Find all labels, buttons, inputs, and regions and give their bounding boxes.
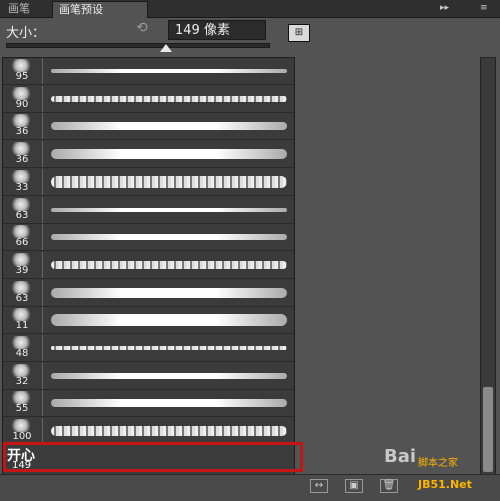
new-preset-icon[interactable]: ▣ [345,479,363,493]
brush-stroke-preview [51,122,287,131]
brush-toggle-icon[interactable]: ⊞ [288,24,310,42]
brush-size-label: 55 [15,403,29,415]
row-divider [42,418,43,445]
brush-preset-row[interactable]: 55 [3,390,294,418]
row-divider [42,224,43,251]
row-divider [42,141,43,168]
row-divider [42,362,43,389]
brush-size-label: 32 [15,375,29,387]
brush-preset-row[interactable]: 39 [3,251,294,279]
brush-preset-row[interactable]: 95 [3,58,294,85]
brush-size-label: 63 [15,209,29,221]
menu-icon[interactable]: ≡ [480,3,488,13]
brush-stroke-preview [51,175,287,188]
size-label: 大小： [6,26,46,41]
brush-size-label: 36 [15,126,29,138]
watermark-logo: 脚本之家 [418,458,458,469]
brush-preset-row[interactable]: 90 [3,85,294,113]
size-slider-thumb[interactable] [160,44,172,52]
brush-preset-row[interactable]: 48 [3,335,294,362]
row-divider [42,307,43,334]
brush-size-label: 39 [15,264,29,276]
brush-size-label: 66 [15,237,29,249]
row-divider [42,113,43,140]
brush-size-label: 100 [12,431,32,443]
toggle-preview-icon[interactable]: ↔ [310,479,328,493]
size-slider[interactable] [6,43,270,48]
row-divider [42,251,43,278]
collapse-icon[interactable]: ▸▸ [440,3,449,13]
selected-brush-highlight [3,442,303,472]
row-divider [42,168,43,195]
selected-brush-size: 149 [12,460,32,471]
watermark-baidu: Bai [384,446,417,467]
brush-stroke-preview [51,207,287,212]
brush-stroke-preview [51,260,287,269]
brush-size-label: 63 [15,292,29,304]
scroll-thumb[interactable] [483,387,493,472]
brush-size-label: 90 [15,98,29,110]
brush-preset-row[interactable]: 32 [3,362,294,390]
brush-stroke-preview [51,372,287,379]
brush-stroke-preview [51,287,287,298]
size-input[interactable]: 149 像素 [168,20,266,40]
brush-preset-row[interactable]: 11 [3,307,294,335]
watermark-domain: JB51.Net [418,478,472,491]
brush-list: 95 90 36 36 33 63 66 39 63 11 48 32 55 100 [2,57,295,475]
brush-size-label: 36 [15,154,29,166]
brush-stroke-preview [51,426,287,437]
brush-stroke-preview [51,346,287,350]
brush-preset-row[interactable]: 66 [3,224,294,252]
brush-size-label: 11 [15,320,29,332]
brush-stroke-preview [51,399,287,408]
panel-tab-bar: 画笔 画笔预设 ▸▸ ≡ [0,0,500,18]
delete-icon[interactable]: 🗑 [380,479,398,493]
tab-brush[interactable]: 画笔 [2,1,54,17]
brush-preset-row[interactable]: 33 [3,168,294,196]
brush-list-scrollbar[interactable] [480,57,496,475]
row-divider [42,85,43,112]
reset-icon[interactable]: ⟲ [136,20,148,36]
brush-stroke-preview [51,95,287,102]
brush-size-label: 33 [15,181,29,193]
row-divider [42,58,43,84]
brush-stroke-preview [51,69,287,73]
row-divider [42,279,43,306]
tab-brush-presets[interactable]: 画笔预设 [52,1,148,18]
brush-size-label: 48 [15,348,29,359]
brush-stroke-preview [51,314,287,327]
row-divider [42,196,43,223]
brush-preset-row[interactable]: 63 [3,196,294,224]
brush-size-label: 95 [15,71,29,82]
brush-stroke-preview [51,149,287,160]
row-divider [42,390,43,417]
brush-preset-row[interactable]: 36 [3,113,294,141]
brush-preset-row[interactable]: 63 [3,279,294,307]
row-divider [42,335,43,361]
brush-preset-row[interactable]: 36 [3,141,294,169]
brush-stroke-preview [51,234,287,241]
